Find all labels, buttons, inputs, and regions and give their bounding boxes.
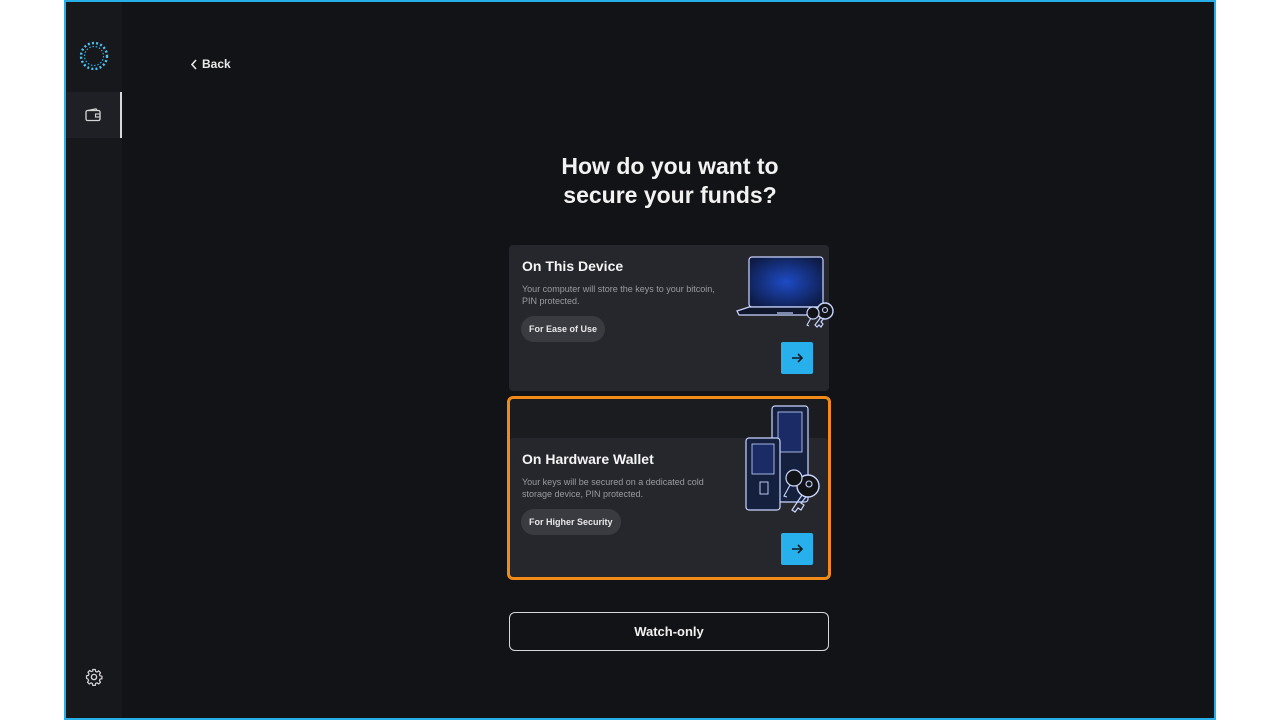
option-tag: For Ease of Use <box>521 316 606 342</box>
hardware-wallet-key-illustration-icon <box>745 405 820 513</box>
option-tag: For Higher Security <box>521 509 621 535</box>
laptop-key-illustration-icon <box>736 256 834 328</box>
wallet-icon <box>85 108 101 122</box>
app-logo-icon <box>79 41 109 71</box>
app-window: Back How do you want to secure your fund… <box>64 0 1216 720</box>
sidebar-item-settings[interactable] <box>82 665 106 689</box>
option-description: Your keys will be secured on a dedicated… <box>522 477 704 499</box>
page-title-line-1: How do you want to <box>561 153 779 179</box>
option-next-button[interactable] <box>781 533 813 565</box>
page-title: How do you want to secure your funds? <box>470 152 870 210</box>
option-title: On Hardware Wallet <box>522 451 654 467</box>
page-title-line-2: secure your funds? <box>563 182 777 208</box>
option-next-button[interactable] <box>781 342 813 374</box>
gear-icon <box>85 668 103 686</box>
chevron-left-icon <box>190 58 197 70</box>
sidebar-item-wallet[interactable] <box>66 92 122 138</box>
arrow-right-icon <box>792 544 804 554</box>
back-label: Back <box>202 57 231 71</box>
watch-only-button[interactable]: Watch-only <box>509 612 829 651</box>
arrow-right-icon <box>792 353 804 363</box>
sidebar <box>66 2 122 718</box>
option-description: Your computer will store the keys to you… <box>522 284 715 306</box>
option-title: On This Device <box>522 258 624 274</box>
back-button[interactable]: Back <box>190 55 231 73</box>
option-card-this-device[interactable]: On This Device Your computer will store … <box>509 245 834 391</box>
